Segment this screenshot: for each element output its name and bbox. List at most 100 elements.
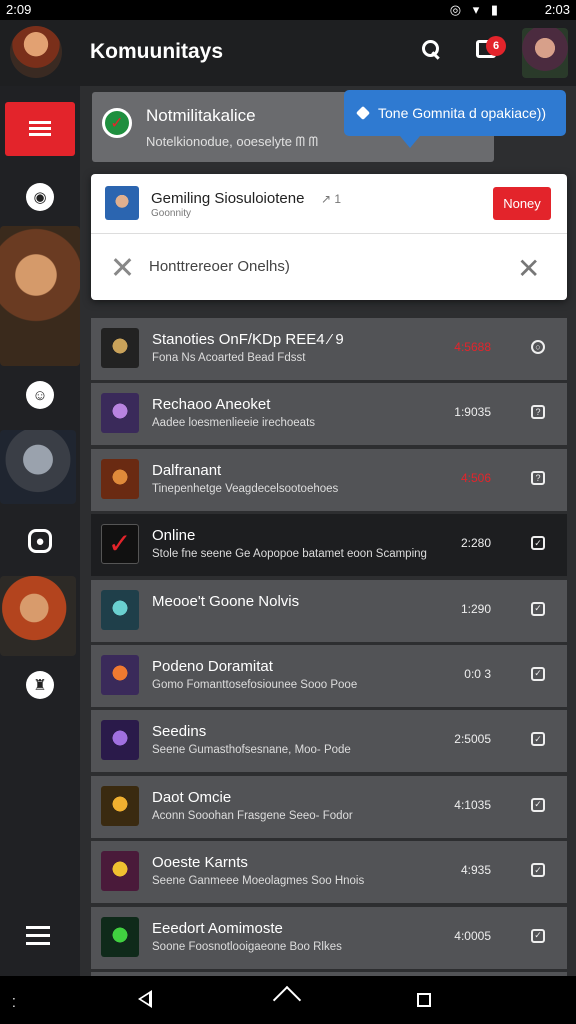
list-item[interactable]: Daot Omcie Aconn Sooohan Frasgene Seeo- … xyxy=(91,775,567,838)
sidebar-hero-image-2[interactable] xyxy=(0,430,76,504)
sidebar-item-games[interactable]: ◉ xyxy=(0,170,80,224)
sidebar-item-list[interactable] xyxy=(0,102,80,156)
list-item-title: Podeno Doramitat xyxy=(152,657,273,675)
close-icon[interactable]: ✕ xyxy=(517,252,540,285)
sidebar: ◉ ☺ ● ♜ xyxy=(0,86,80,976)
checkbox-icon[interactable]: ✓ xyxy=(531,863,545,878)
list-item-value: 0:0 3 xyxy=(464,666,491,681)
checkbox-icon[interactable]: ✓ xyxy=(531,797,545,812)
main-content: ✓ Notmilitakalice Notelkionodue, ooesely… xyxy=(80,86,576,1024)
list-item-value: 2:5005 xyxy=(454,732,491,747)
game-thumbnail xyxy=(101,720,139,761)
tag-icon xyxy=(355,105,371,121)
popup-header-row[interactable]: Gemiling Siosuloiotene Goonnity ↗ 1 None… xyxy=(91,174,567,234)
list-item-description: Tinepenhetge Veagdecelsootoehoes xyxy=(152,482,339,495)
game-list: Stanoties OnF/KDp REE4 ⁄ 9 Fona Ns Acoar… xyxy=(91,318,567,1024)
list-item-description: Stole fne seene Ge Aopopoe batamet eoon … xyxy=(152,548,427,561)
profile-avatar[interactable] xyxy=(522,28,568,78)
list-item-value: 2:280 xyxy=(460,536,491,551)
home-icon[interactable] xyxy=(272,985,302,1015)
checkbox-icon[interactable]: ✓ xyxy=(531,928,545,943)
page-title: Komuunitays xyxy=(90,40,224,63)
list-item[interactable]: Ooeste Karnts Seene Ganmeee Moeolagmes S… xyxy=(91,841,567,904)
popup-action-button[interactable]: Noney xyxy=(493,187,551,220)
list-item-value: 4:935 xyxy=(460,863,491,878)
user-icon: ● xyxy=(28,529,52,553)
game-thumbnail xyxy=(101,654,139,695)
gamepad-icon: ◉ xyxy=(26,183,54,211)
nav-dot-icon: ⁚ xyxy=(12,996,16,1010)
popup-secondary-row[interactable]: Honttrereoer Onelhs) ✕ xyxy=(91,234,567,300)
sidebar-active-highlight xyxy=(5,102,75,156)
list-item-description: Fona Ns Acoarted Bead Fdsst xyxy=(152,352,306,364)
checkbox-icon[interactable]: ? xyxy=(531,405,545,420)
back-icon[interactable] xyxy=(138,990,152,1008)
notice-subtitle: Notelkionodue, ooeselyte ᗰ ᗰ xyxy=(146,134,318,149)
game-thumbnail xyxy=(101,458,139,499)
popup-subtitle: Goonnity xyxy=(151,208,192,219)
list-item-description: Gomo Fomanttosefosiounee Sooo Pooe xyxy=(152,678,358,691)
search-icon[interactable] xyxy=(420,38,442,62)
list-item[interactable]: Eeedort Aomimoste Soone Foosnotlooigaeon… xyxy=(91,906,567,969)
menu-icon[interactable] xyxy=(26,926,50,946)
popup-title: Gemiling Siosuloiotene xyxy=(151,190,305,207)
sidebar-hero-image-1[interactable] xyxy=(0,226,80,366)
list-item-value: 4:0005 xyxy=(454,928,491,943)
checkbox-icon[interactable]: ✓ xyxy=(531,732,545,747)
list-item-title: Eeedort Aomimoste xyxy=(152,919,283,937)
list-item[interactable]: Dalfranant Tinepenhetge Veagdecelsootoeh… xyxy=(91,448,567,511)
sidebar-item-profile[interactable]: ☺ xyxy=(0,368,80,422)
checkbox-icon[interactable]: ○ xyxy=(531,340,545,354)
list-item-description: Aconn Sooohan Frasgene Seeo- Fodor xyxy=(152,809,353,822)
list-item[interactable]: Seedins Seene Gumasthofsesnane, Moo- Pod… xyxy=(91,710,567,773)
game-thumbnail xyxy=(101,916,139,957)
app-bar: Komuunitays 6 xyxy=(0,20,576,86)
game-thumbnail xyxy=(101,328,139,368)
list-item-description: Seene Gumasthofsesnane, Moo- Pode xyxy=(152,744,351,757)
tools-icon xyxy=(111,256,133,278)
notice-title: Notmilitakalice xyxy=(146,106,256,125)
list-item-title: Meooe't Goone Nolvis xyxy=(152,592,300,610)
tooltip-text: Tone Gomnita d opakiace)) xyxy=(378,105,547,121)
popup-card: Gemiling Siosuloiotene Goonnity ↗ 1 None… xyxy=(91,174,567,300)
list-item-description: Seene Ganmeee Moeolagmes Soo Hnois xyxy=(152,875,365,888)
status-time-left: 2:09 xyxy=(6,2,32,17)
list-item-description: Aadee loesmenlieeie irechoeats xyxy=(152,417,316,430)
popup-secondary-text: Honttrereoer Onelhs) xyxy=(149,258,290,275)
sidebar-hero-image-3[interactable] xyxy=(0,576,76,656)
tooltip: Tone Gomnita d opakiace)) xyxy=(344,90,566,148)
checkbox-icon[interactable]: ✓ xyxy=(531,536,545,551)
status-bar: 2:09 ◎ ▾ ▮ 2:03 xyxy=(0,0,576,20)
list-item-description: Soone Foosnotlooigaeone Boo Rlkes xyxy=(152,940,342,953)
list-item[interactable]: Stanoties OnF/KDp REE4 ⁄ 9 Fona Ns Acoar… xyxy=(91,318,567,380)
sidebar-item-shield[interactable]: ♜ xyxy=(0,658,80,712)
list-item[interactable]: Podeno Doramitat Gomo Fomanttosefosioune… xyxy=(91,644,567,707)
recent-apps-icon[interactable] xyxy=(417,993,431,1007)
list-item-value: 1:290 xyxy=(460,601,491,616)
popup-count: ↗ 1 xyxy=(321,192,342,206)
list-item-title: Ooeste Karnts xyxy=(152,854,248,872)
status-icons: ◎ ▾ ▮ xyxy=(449,2,502,17)
list-item[interactable]: Meooe't Goone Nolvis 1:290 ✓ xyxy=(91,579,567,642)
list-item[interactable]: ✓ Online Stole fne seene Ge Aopopoe bata… xyxy=(91,514,567,577)
list-item-title: Daot Omcie xyxy=(152,788,232,806)
notification-badge: 6 xyxy=(486,36,506,56)
list-item-title: Online xyxy=(152,527,196,545)
list-icon xyxy=(29,121,51,137)
navigation-bar: ⁚ xyxy=(0,976,576,1024)
user-avatar[interactable] xyxy=(10,26,62,78)
list-item-value: 1:9035 xyxy=(454,405,491,420)
checkbox-icon[interactable]: ? xyxy=(531,470,545,485)
sidebar-item-user[interactable]: ● xyxy=(0,514,80,568)
list-item[interactable]: Rechaoo Aneoket Aadee loesmenlieeie irec… xyxy=(91,383,567,446)
popup-thumbnail xyxy=(105,186,139,220)
list-item-value: 4:1035 xyxy=(454,797,491,812)
shield-icon: ♜ xyxy=(26,671,54,699)
game-thumbnail xyxy=(101,589,139,630)
status-time-right: 2:03 xyxy=(544,2,570,17)
list-item-value: 4:506 xyxy=(460,470,491,485)
checkbox-icon[interactable]: ✓ xyxy=(531,666,545,681)
face-icon: ☺ xyxy=(26,381,54,409)
list-item-title: Dalfranant xyxy=(152,461,222,479)
checkbox-icon[interactable]: ✓ xyxy=(531,601,545,616)
